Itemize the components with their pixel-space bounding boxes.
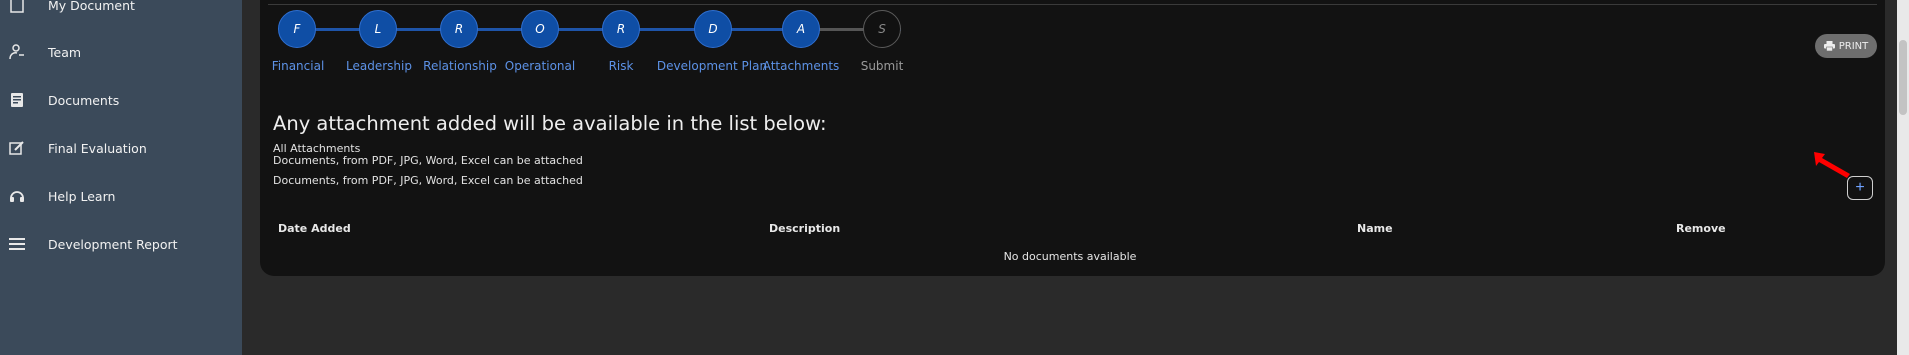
sidebar-item-help-learn[interactable]: Help Learn [0, 179, 242, 213]
column-header-description[interactable]: Description [769, 222, 840, 235]
attachments-card [260, 0, 1885, 276]
step-financial[interactable]: F [278, 10, 316, 48]
attachment-hint: Documents, from PDF, JPG, Word, Excel ca… [273, 154, 583, 167]
step-relationship[interactable]: R [440, 10, 478, 48]
column-header-remove[interactable]: Remove [1676, 222, 1726, 235]
sidebar-item-label: Documents [48, 92, 120, 108]
sidebar-item-label: Final Evaluation [48, 140, 147, 156]
step-label-attachments[interactable]: Attachments [763, 59, 840, 73]
headset-icon [8, 187, 26, 205]
step-label-risk[interactable]: Risk [609, 59, 634, 73]
annotation-arrow-icon [1814, 152, 1850, 178]
sidebar-item-label: My Document [48, 0, 135, 13]
step-label-operational[interactable]: Operational [505, 59, 575, 73]
step-label-leadership[interactable]: Leadership [346, 59, 412, 73]
print-label: PRINT [1838, 40, 1869, 52]
step-label-submit[interactable]: Submit [861, 59, 904, 73]
step-development-plan[interactable]: D [694, 10, 732, 48]
documents-icon [8, 91, 26, 109]
column-header-date-added[interactable]: Date Added [278, 222, 351, 235]
step-operational[interactable]: O [521, 10, 559, 48]
list-icon [8, 235, 26, 253]
column-header-name[interactable]: Name [1357, 222, 1393, 235]
scrollbar[interactable] [1897, 0, 1909, 355]
empty-table-message: No documents available [1003, 250, 1137, 263]
step-label-financial[interactable]: Financial [272, 59, 325, 73]
step-leadership[interactable]: L [359, 10, 397, 48]
print-button[interactable]: PRINT [1815, 34, 1877, 58]
sidebar-item-label: Development Report [48, 236, 178, 252]
sidebar-item-my-document[interactable]: My Document [0, 0, 242, 22]
sidebar: My Document Team Documents Final Evaluat… [0, 0, 242, 355]
step-submit[interactable]: S [863, 10, 901, 48]
sidebar-item-team[interactable]: Team [0, 35, 242, 69]
edit-icon [8, 139, 26, 157]
sidebar-item-label: Team [48, 44, 82, 60]
sidebar-item-documents[interactable]: Documents [0, 83, 242, 117]
divider [268, 4, 1877, 5]
step-attachments[interactable]: A [782, 10, 820, 48]
attachment-hint: Documents, from PDF, JPG, Word, Excel ca… [273, 174, 583, 187]
add-attachment-button[interactable]: + [1847, 176, 1873, 200]
sidebar-item-label: Help Learn [48, 188, 116, 204]
page-title: Any attachment added will be available i… [273, 112, 827, 135]
sidebar-item-development-report[interactable]: Development Report [0, 227, 242, 261]
step-risk[interactable]: R [602, 10, 640, 48]
step-label-development-plan[interactable]: Development Plan [657, 59, 767, 73]
sidebar-item-final-evaluation[interactable]: Final Evaluation [0, 131, 242, 165]
printer-icon [1823, 41, 1835, 51]
step-label-relationship[interactable]: Relationship [423, 59, 497, 73]
document-icon [8, 0, 26, 14]
scrollbar-thumb[interactable] [1899, 40, 1907, 115]
team-icon [8, 43, 26, 61]
